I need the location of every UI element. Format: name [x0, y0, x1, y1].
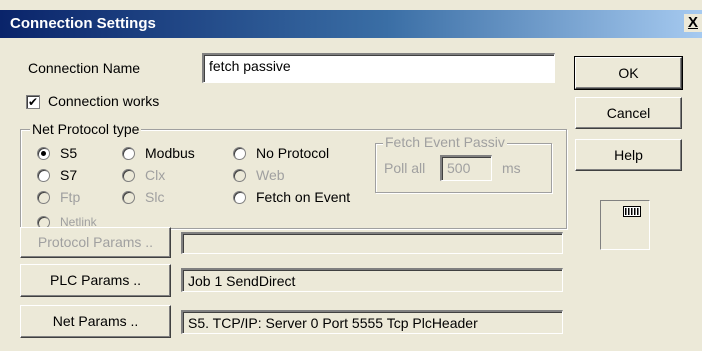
window-title: Connection Settings [10, 15, 156, 32]
net-params-button[interactable]: Net Params .. [20, 305, 171, 338]
net-params-field: S5. TCP/IP: Server 0 Port 5555 Tcp PlcHe… [181, 310, 563, 334]
radio-netlink[interactable] [37, 216, 50, 227]
radio-modbus-label: Modbus [145, 145, 195, 161]
help-button[interactable]: Help [575, 139, 682, 171]
radio-modbus[interactable] [122, 147, 135, 160]
radio-slc-label: Slc [145, 189, 165, 205]
radio-s7[interactable] [37, 169, 50, 182]
ok-button[interactable]: OK [574, 56, 683, 90]
connection-name-label: Connection Name [28, 60, 141, 76]
radio-fetch-on-event-label: Fetch on Event [256, 189, 351, 205]
radio-s5[interactable] [37, 147, 50, 160]
radio-no-protocol-label: No Protocol [256, 145, 330, 161]
radio-ftp-label: Ftp [60, 189, 81, 205]
radio-netlink-label: Netlink [60, 215, 97, 227]
connection-name-input[interactable]: fetch passive [202, 53, 555, 83]
net-protocol-group-label: Net Protocol type [30, 121, 142, 137]
radio-ftp[interactable] [37, 191, 50, 204]
poll-interval-input[interactable]: 500 [440, 155, 492, 181]
radio-web-label: Web [256, 167, 285, 183]
radio-web[interactable] [233, 169, 246, 182]
close-button[interactable]: X [684, 14, 702, 32]
netlink-clip: Netlink [34, 214, 154, 227]
protocol-params-field [181, 232, 563, 254]
connection-works-label: Connection works [48, 93, 160, 109]
title-bar: Connection Settings X [0, 10, 702, 38]
radio-clx[interactable] [122, 169, 135, 182]
poll-all-label: Poll all [384, 160, 426, 176]
plc-params-button[interactable]: PLC Params .. [20, 264, 171, 297]
plc-device-icon [623, 206, 641, 217]
plc-params-field: Job 1 SendDirect [181, 268, 563, 292]
radio-s7-label: S7 [60, 167, 78, 183]
radio-clx-label: Clx [145, 167, 166, 183]
cancel-button[interactable]: Cancel [575, 97, 682, 129]
radio-s5-label: S5 [60, 145, 78, 161]
connection-works-checkbox[interactable]: ✔ [26, 95, 40, 109]
fetch-event-passive-label: Fetch Event Passiv [383, 134, 507, 150]
radio-no-protocol[interactable] [233, 147, 246, 160]
radio-fetch-on-event[interactable] [233, 191, 246, 204]
radio-slc[interactable] [122, 191, 135, 204]
poll-unit-label: ms [502, 160, 521, 176]
protocol-params-button[interactable]: Protocol Params .. [20, 227, 171, 258]
connection-settings-dialog: Connection Settings X Connection Name fe… [0, 0, 702, 351]
device-icon-frame [600, 200, 650, 250]
